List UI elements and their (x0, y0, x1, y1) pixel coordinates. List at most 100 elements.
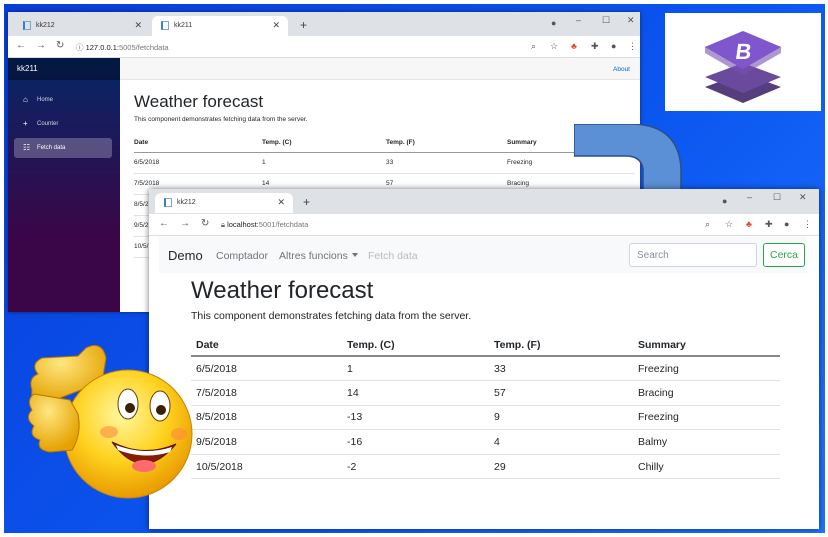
profile-dot-icon[interactable]: ● (722, 196, 727, 206)
menu-icon[interactable]: ⋮ (803, 219, 812, 230)
close-window-icon[interactable]: ✕ (627, 15, 635, 26)
url-host: 127.0.0.1: (85, 43, 119, 52)
sidebar: kk211 ⌂ Home + Counter ☷ Fetch data (8, 58, 120, 312)
nav-link-fetch-data: Fetch data (368, 250, 418, 262)
forward-icon[interactable]: → (36, 40, 46, 51)
table-cell: -13 (342, 405, 489, 431)
page-icon (164, 198, 172, 207)
column-header: Temp. (F) (386, 134, 507, 153)
table-cell: 9/5/2018 (191, 429, 342, 455)
close-tab-icon[interactable]: ✕ (272, 20, 280, 31)
reload-icon[interactable]: ↻ (56, 40, 64, 51)
table-cell: 6/5/2018 (134, 152, 262, 174)
table-cell: Balmy (633, 429, 780, 455)
puzzle-icon[interactable]: ✚ (765, 219, 773, 230)
bootstrap-logo: B (665, 13, 821, 111)
table-row: 6/5/2018 1 33 Freezing (191, 356, 780, 382)
tab-label: kk212 (36, 22, 55, 29)
caret-down-icon (351, 253, 358, 257)
account-icon[interactable]: ● (784, 219, 789, 229)
table-row: 6/5/2018 1 33 Freezing (134, 152, 634, 174)
page-title: Weather forecast (134, 92, 264, 111)
url-input[interactable]: ⓘ 127.0.0.1:5005/fetchdata (76, 42, 169, 53)
table-cell: Bracing (633, 380, 780, 406)
table-cell: Freezing (633, 356, 780, 382)
list-icon: ☷ (23, 143, 31, 152)
maximize-icon[interactable]: ☐ (773, 192, 781, 203)
zoom-icon[interactable]: ⌕ (705, 219, 710, 230)
sidebar-item-label: Counter (37, 121, 59, 127)
table-cell: 57 (489, 380, 633, 406)
column-header: Temp. (C) (342, 334, 489, 357)
sidebar-item-home[interactable]: ⌂ Home (14, 90, 112, 110)
table-cell: 29 (489, 454, 633, 480)
address-bar: ← → ↻ 🔒︎ localhost:5001/fetchdata ⌕ ☆ ♣ … (149, 214, 819, 236)
tab-kk211[interactable]: kk211 ✕ (152, 16, 288, 36)
sidebar-item-fetch-data[interactable]: ☷ Fetch data (14, 138, 112, 158)
column-header: Temp. (C) (262, 134, 386, 153)
sidebar-item-counter[interactable]: + Counter (14, 114, 112, 134)
star-icon[interactable]: ☆ (550, 41, 558, 52)
table-cell: 7/5/2018 (191, 380, 342, 406)
tab-label: kk212 (177, 199, 196, 206)
table-cell: 33 (489, 356, 633, 382)
extension-icon[interactable]: ♣ (746, 219, 752, 229)
tab-strip: kk212 ✕ + ● – ☐ ✕ (149, 189, 819, 214)
nav-dropdown-altres-funcions[interactable]: Altres funcions (279, 250, 358, 262)
minimize-icon[interactable]: – (747, 192, 752, 202)
back-icon[interactable]: ← (159, 218, 169, 229)
back-icon[interactable]: ← (16, 40, 26, 51)
table-cell: 8/5/2018 (191, 405, 342, 431)
profile-dot-icon[interactable]: ● (551, 18, 556, 28)
new-tab-button[interactable]: + (303, 195, 310, 209)
sidebar-brand[interactable]: kk211 (8, 58, 120, 80)
table-header-row: Date Temp. (C) Temp. (F) Summary (191, 334, 780, 357)
close-tab-icon[interactable]: ✕ (134, 20, 142, 31)
page-icon (161, 21, 169, 30)
navbar-brand[interactable]: Demo (168, 248, 203, 263)
table-row: 7/5/2018 14 57 Bracing (191, 380, 780, 406)
tab-kk212[interactable]: kk212 ✕ (14, 16, 150, 36)
table-row: 10/5/2018 -2 29 Chilly (191, 454, 780, 480)
table-cell: Chilly (633, 454, 780, 480)
navbar: Demo Comptador Altres funcions Fetch dat… (159, 237, 807, 273)
close-tab-icon[interactable]: ✕ (277, 197, 285, 208)
zoom-icon[interactable]: ⌕ (531, 41, 536, 52)
table-cell: 14 (342, 380, 489, 406)
nav-link-label: Altres funcions (279, 250, 348, 262)
table-cell: 10/5/2018 (191, 454, 342, 480)
search-input[interactable] (629, 243, 757, 267)
tab-kk212[interactable]: kk212 ✕ (155, 193, 293, 213)
account-icon[interactable]: ● (611, 41, 616, 51)
maximize-icon[interactable]: ☐ (602, 15, 610, 26)
top-row: About (120, 58, 640, 80)
star-icon[interactable]: ☆ (725, 219, 733, 230)
reload-icon[interactable]: ↻ (201, 218, 209, 229)
forward-icon[interactable]: → (180, 218, 190, 229)
extension-icon[interactable]: ♣ (571, 41, 577, 51)
column-header: Date (191, 334, 342, 357)
close-window-icon[interactable]: ✕ (799, 192, 807, 203)
search-button[interactable]: Cerca (763, 243, 805, 267)
table-cell: 9 (489, 405, 633, 431)
url-input[interactable]: 🔒︎ localhost:5001/fetchdata (221, 220, 308, 230)
column-header: Summary (633, 334, 780, 357)
forecast-table: Date Temp. (C) Temp. (F) Summary 6/5/201… (191, 334, 780, 480)
page-icon (23, 21, 31, 30)
sidebar-item-label: Fetch data (37, 145, 66, 151)
table-cell: 6/5/2018 (191, 356, 342, 382)
url-path: 5005/fetchdata (118, 43, 169, 52)
table-cell: 4 (489, 429, 633, 455)
new-tab-button[interactable]: + (300, 18, 307, 32)
menu-icon[interactable]: ⋮ (628, 41, 637, 52)
home-icon: ⌂ (23, 95, 28, 104)
about-link[interactable]: About (613, 66, 630, 73)
table-row: 9/5/2018 -16 4 Balmy (191, 429, 780, 455)
desktop-background: kk212 ✕ kk211 ✕ + ● – ☐ ✕ ← → ↻ ⓘ 127.0.… (4, 4, 825, 533)
puzzle-icon[interactable]: ✚ (591, 41, 599, 52)
table-cell: Freezing (633, 405, 780, 431)
column-header: Date (134, 134, 262, 153)
minimize-icon[interactable]: – (576, 15, 581, 25)
info-icon: ⓘ (76, 43, 86, 52)
nav-link-comptador[interactable]: Comptador (216, 250, 268, 262)
